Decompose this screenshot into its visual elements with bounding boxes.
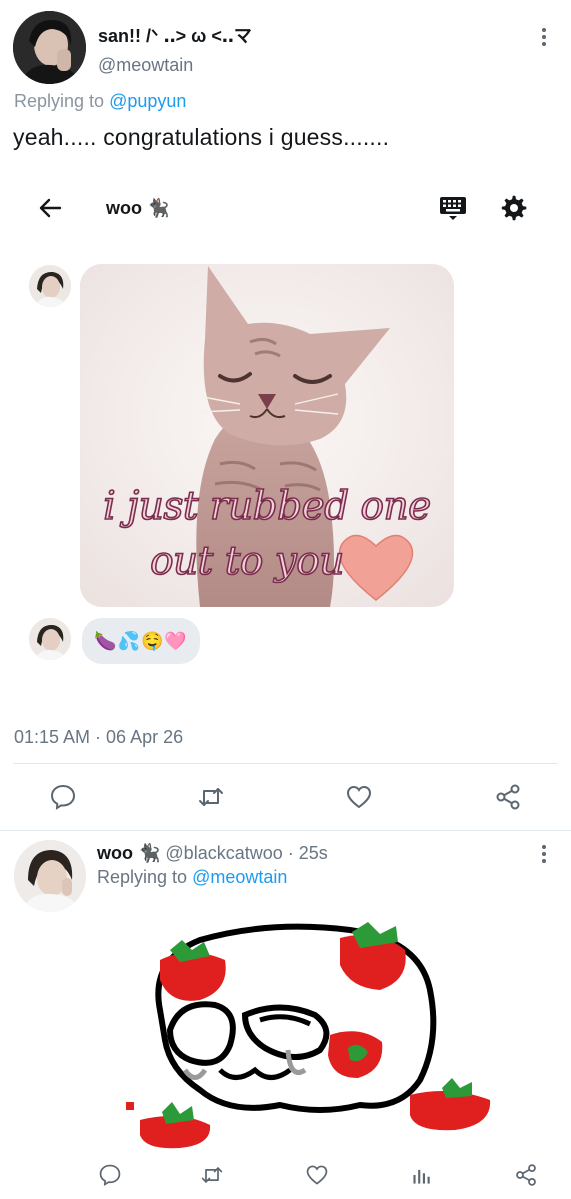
more-options-icon[interactable] <box>541 28 547 46</box>
reply-author-name[interactable]: woo 🐈‍⬛ <box>97 843 160 863</box>
dm-sender-avatar-2 <box>29 618 71 660</box>
replying-to-label: Replying to <box>14 91 110 111</box>
reply-replying-to: Replying to @meowtain <box>97 867 287 888</box>
reply-author-avatar[interactable] <box>14 840 86 912</box>
retweet-icon[interactable] <box>200 1163 224 1187</box>
divider <box>0 830 571 831</box>
retweet-icon[interactable] <box>197 783 225 811</box>
keyboard-icon <box>439 194 467 222</box>
reply-icon[interactable] <box>98 1163 122 1187</box>
tweet-text: yeah..... congratulations i guess....... <box>13 124 390 150</box>
meme-caption-line-2: out to you <box>149 538 345 585</box>
divider <box>13 763 558 764</box>
reply-more-options-icon[interactable] <box>541 845 547 863</box>
tweet-timestamp: 01:15 AM · 06 Apr 26 <box>14 727 184 747</box>
meme-caption-line-1: i just rubbed one <box>102 483 432 530</box>
analytics-icon[interactable] <box>410 1163 434 1187</box>
share-icon[interactable] <box>494 783 522 811</box>
back-arrow-icon <box>36 194 64 222</box>
dm-sender-avatar <box>29 265 71 307</box>
share-icon[interactable] <box>514 1163 538 1187</box>
author-avatar[interactable] <box>13 11 86 84</box>
author-name[interactable]: san!! /ᐠ ‥> ω <‥マ <box>98 22 252 48</box>
author-handle[interactable]: @meowtain <box>98 55 193 76</box>
like-icon[interactable] <box>305 1163 329 1187</box>
replying-to-link[interactable]: @pupyun <box>109 91 186 111</box>
like-icon[interactable] <box>345 783 373 811</box>
reply-icon[interactable] <box>49 783 77 811</box>
replying-to: Replying to @pupyun <box>14 91 186 112</box>
reply-replying-label: Replying to <box>97 867 193 887</box>
dm-title: woo 🐈‍⬛ <box>106 198 170 218</box>
skull-strawberry-drawing[interactable] <box>120 920 500 1160</box>
reply-header: woo 🐈‍⬛ @blackcatwoo · 25s <box>97 843 328 864</box>
gear-icon <box>500 194 528 222</box>
reply-replying-link[interactable]: @meowtain <box>192 867 287 887</box>
reply-handle-time[interactable]: @blackcatwoo · 25s <box>160 843 327 863</box>
meme-image[interactable]: i just rubbed one out to you <box>80 264 454 607</box>
emoji-message: 🍆💦🤤🩷 <box>82 618 200 664</box>
